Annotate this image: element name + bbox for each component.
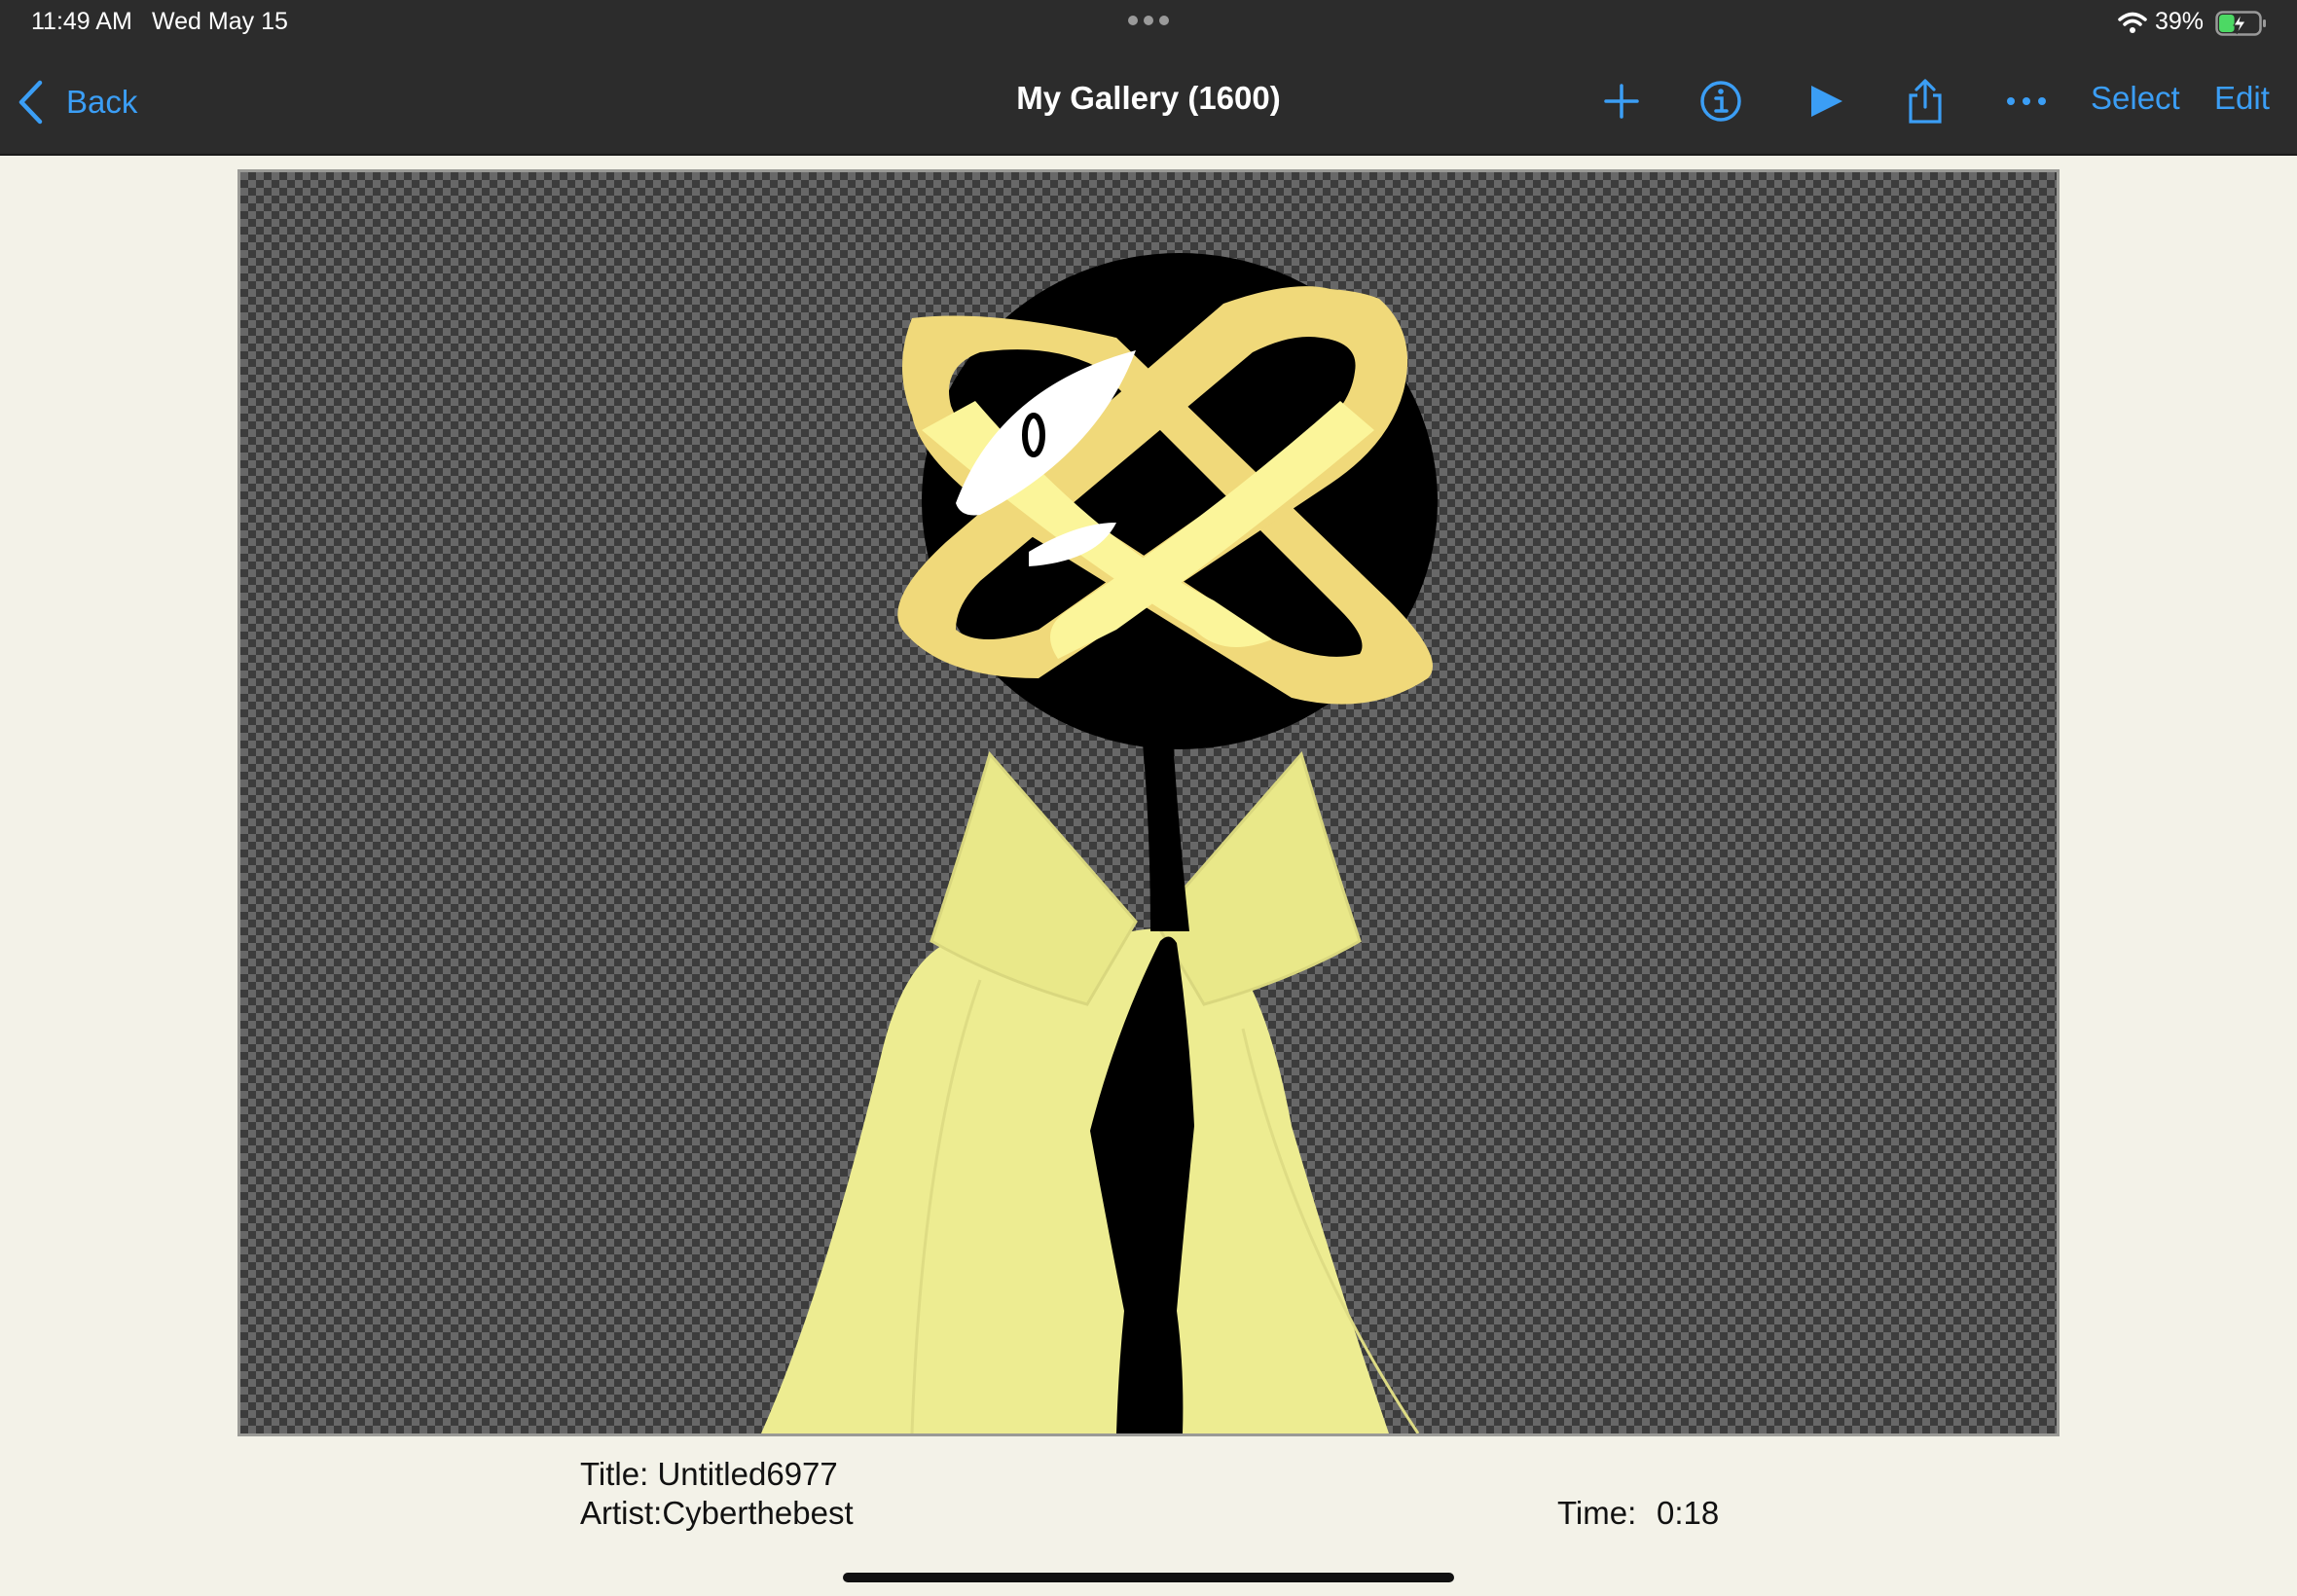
- artwork-illustration: [761, 253, 1438, 1433]
- info-button[interactable]: [1697, 78, 1744, 125]
- page-title: My Gallery (1600): [1016, 80, 1281, 116]
- share-icon: [1909, 79, 1942, 124]
- artwork-artist: Artist:Cyberthebest: [580, 1495, 854, 1531]
- time-value: 0:18: [1657, 1495, 1720, 1531]
- wifi-icon: [2118, 12, 2147, 33]
- navigation-bar: Back My Gallery (1600) Select Edit: [0, 51, 2297, 156]
- more-button[interactable]: [2003, 78, 2050, 125]
- play-button[interactable]: [1803, 78, 1849, 125]
- share-button[interactable]: [1902, 78, 1949, 125]
- battery-charging-icon: [2215, 11, 2266, 36]
- multitasking-dots-icon[interactable]: [1125, 9, 1172, 32]
- time-label: Time:: [1557, 1495, 1637, 1531]
- add-button[interactable]: [1598, 78, 1645, 125]
- status-bar: 11:49 AM Wed May 15 39%: [0, 0, 2297, 51]
- status-date: Wed May 15: [152, 8, 288, 35]
- select-button[interactable]: Select: [2091, 80, 2180, 117]
- more-icon: [2007, 97, 2046, 105]
- home-indicator[interactable]: [843, 1573, 1454, 1582]
- back-button[interactable]: Back: [16, 76, 137, 128]
- chevron-left-icon: [18, 80, 43, 125]
- edit-button[interactable]: Edit: [2214, 80, 2270, 117]
- artwork-title: Title: Untitled6977: [580, 1456, 838, 1492]
- play-icon: [1811, 86, 1842, 117]
- coat-collar-right: [1153, 750, 1362, 1006]
- back-button-label: Back: [66, 84, 138, 120]
- battery-percent: 39%: [2155, 8, 2205, 35]
- status-time: 11:49 AM: [31, 8, 132, 35]
- artwork-preview[interactable]: [237, 169, 2060, 1436]
- coat-body: [761, 928, 1389, 1433]
- info-icon: [1700, 81, 1741, 122]
- plus-icon: [1604, 84, 1639, 119]
